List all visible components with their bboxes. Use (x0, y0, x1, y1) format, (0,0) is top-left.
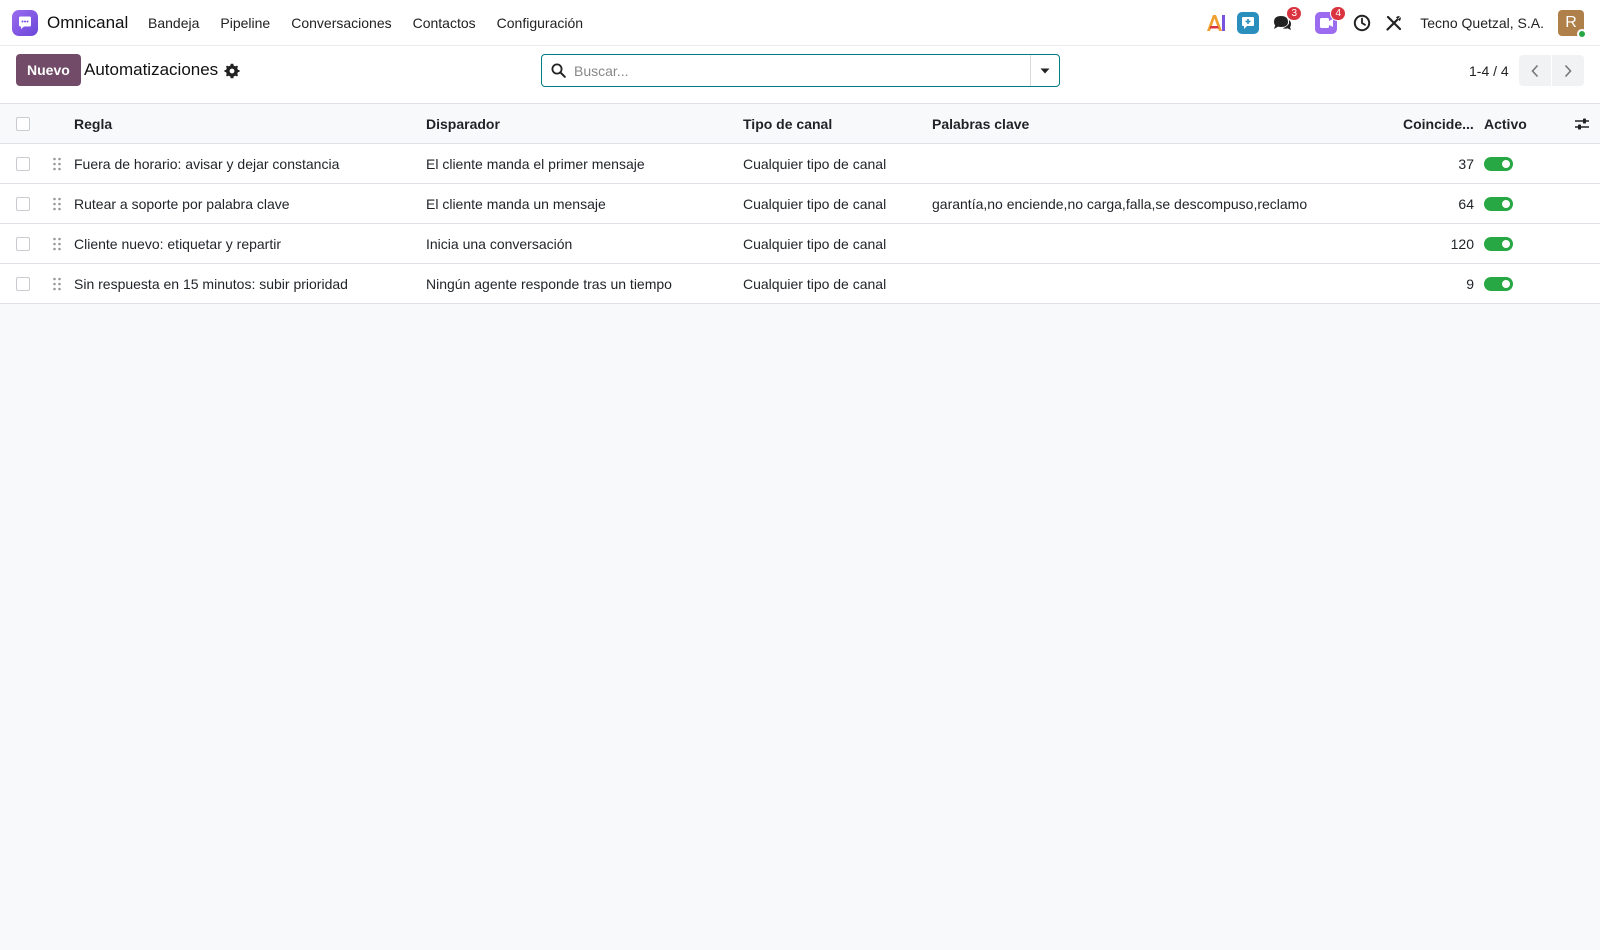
avatar-initial: R (1565, 14, 1577, 31)
systray: 3 4 Tecno Quetzal, S.A. R (1196, 0, 1587, 46)
cell-channel: Cualquier tipo de canal (743, 156, 887, 172)
caret-down-icon (1040, 68, 1050, 73)
row-checkbox[interactable] (16, 197, 30, 211)
company-switcher[interactable]: Tecno Quetzal, S.A. (1420, 15, 1544, 31)
activities-icon[interactable]: 4 (1314, 6, 1347, 35)
toggle-knob (1502, 240, 1510, 248)
drag-handle-icon[interactable] (52, 277, 62, 291)
column-header-keywords[interactable]: Palabras clave (932, 104, 1372, 144)
messages-badge: 3 (1286, 6, 1303, 21)
menu-item-contactos[interactable]: Contactos (413, 15, 476, 31)
new-button[interactable]: Nuevo (16, 54, 81, 86)
pager-next-button[interactable] (1552, 55, 1584, 86)
menu-item-configuracion[interactable]: Configuración (497, 15, 583, 31)
column-header-channel[interactable]: Tipo de canal (743, 104, 923, 144)
search-input[interactable] (574, 56, 1030, 85)
online-status-icon (1577, 29, 1587, 39)
column-header-rule[interactable]: Regla (74, 104, 414, 144)
cell-rule: Fuera de horario: avisar y dejar constan… (74, 156, 340, 172)
cell-rule: Sin respuesta en 15 minutos: subir prior… (74, 276, 348, 292)
main-menu: Bandeja Pipeline Conversaciones Contacto… (148, 15, 604, 31)
cell-matches: 37 (1458, 156, 1474, 172)
table-row[interactable]: Cliente nuevo: etiquetar y repartir Inic… (0, 224, 1600, 264)
app-name[interactable]: Omnicanal (47, 13, 128, 33)
pager-previous-button[interactable] (1519, 55, 1551, 86)
live-chat-icon[interactable] (1236, 11, 1260, 35)
table-row[interactable]: Sin respuesta en 15 minutos: subir prior… (0, 264, 1600, 304)
cell-trigger: Ningún agente responde tras un tiempo (426, 276, 672, 292)
ai-icon[interactable] (1204, 11, 1228, 35)
search-icon (542, 55, 574, 86)
toggle-knob (1502, 280, 1510, 288)
cell-rule: Cliente nuevo: etiquetar y repartir (74, 236, 281, 252)
drag-handle-icon[interactable] (52, 197, 62, 211)
cell-keywords (932, 224, 1372, 264)
cell-trigger: Inicia una conversación (426, 236, 573, 252)
table-header: Regla Disparador Tipo de canal Palabras … (0, 104, 1600, 144)
cell-channel: Cualquier tipo de canal (743, 236, 887, 252)
column-header-matches[interactable]: Coincide... (1403, 104, 1475, 144)
toggle-knob (1502, 160, 1510, 168)
optional-columns-icon[interactable] (1574, 116, 1590, 132)
active-toggle[interactable] (1484, 197, 1513, 211)
page-title: Automatizaciones (84, 60, 219, 79)
cell-matches: 64 (1458, 196, 1474, 212)
active-toggle[interactable] (1484, 237, 1513, 251)
table-row[interactable]: Fuera de horario: avisar y dejar constan… (0, 144, 1600, 184)
messages-icon[interactable]: 3 (1270, 6, 1303, 35)
search-bar (541, 54, 1060, 87)
app-logo-icon[interactable] (12, 10, 38, 36)
cell-keywords: garantía,no enciende,no carga,falla,se d… (932, 196, 1308, 212)
user-avatar[interactable]: R (1558, 10, 1587, 39)
cell-matches: 9 (1466, 276, 1474, 292)
column-header-trigger[interactable]: Disparador (426, 104, 736, 144)
menu-item-conversaciones[interactable]: Conversaciones (291, 15, 391, 31)
cell-rule: Rutear a soporte por palabra clave (74, 196, 290, 212)
toggle-knob (1502, 200, 1510, 208)
cell-matches: 120 (1450, 236, 1474, 252)
row-checkbox[interactable] (16, 237, 30, 251)
cell-trigger: El cliente manda el primer mensaje (426, 156, 645, 172)
activities-badge: 4 (1330, 6, 1347, 21)
gear-icon[interactable] (224, 63, 240, 79)
row-checkbox[interactable] (16, 157, 30, 171)
cell-trigger: El cliente manda un mensaje (426, 196, 606, 212)
active-toggle[interactable] (1484, 157, 1513, 171)
chevron-left-icon (1531, 64, 1539, 77)
drag-handle-icon[interactable] (52, 157, 62, 171)
menu-item-bandeja[interactable]: Bandeja (148, 15, 199, 31)
row-checkbox[interactable] (16, 277, 30, 291)
cell-keywords (932, 264, 1372, 304)
cell-channel: Cualquier tipo de canal (743, 196, 887, 212)
control-panel: Nuevo Automatizaciones 1-4 / 4 (0, 46, 1600, 103)
pager-value[interactable]: 1-4 / 4 (1469, 63, 1509, 79)
debug-tools-icon[interactable] (1382, 11, 1406, 35)
cell-keywords (932, 144, 1372, 184)
active-toggle[interactable] (1484, 277, 1513, 291)
cell-channel: Cualquier tipo de canal (743, 276, 887, 292)
clock-icon[interactable] (1350, 11, 1374, 35)
drag-handle-icon[interactable] (52, 237, 62, 251)
top-navbar: Omnicanal Bandeja Pipeline Conversacione… (0, 0, 1600, 46)
automations-table: Regla Disparador Tipo de canal Palabras … (0, 103, 1600, 304)
menu-item-pipeline[interactable]: Pipeline (220, 15, 270, 31)
column-header-active[interactable]: Activo (1484, 104, 1544, 144)
table-row[interactable]: Rutear a soporte por palabra clave El cl… (0, 184, 1600, 224)
select-all-checkbox[interactable] (16, 117, 30, 131)
search-options-toggle[interactable] (1030, 55, 1059, 86)
chevron-right-icon (1564, 64, 1572, 77)
